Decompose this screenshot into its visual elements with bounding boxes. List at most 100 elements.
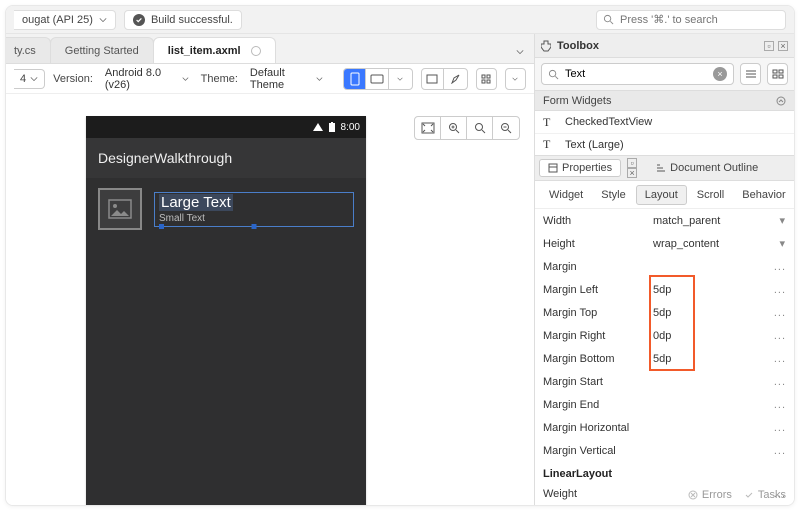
designer-toolbar: 4 Version: Android 8.0 (v26) Theme: Defa… <box>6 64 534 94</box>
grid-button[interactable] <box>476 68 497 90</box>
chevron-down-icon[interactable]: ▾ <box>779 214 786 227</box>
global-search[interactable] <box>596 10 786 30</box>
prop-height[interactable]: Heightwrap_content▾ <box>535 232 794 255</box>
subtab-style[interactable]: Style <box>593 186 633 204</box>
prop-margin-left[interactable]: Margin Left5dp... <box>535 278 794 301</box>
errors-button[interactable]: Errors <box>688 489 732 501</box>
toolbox-item-label: Text (Large) <box>565 139 624 151</box>
prop-margin-vertical[interactable]: Margin Vertical... <box>535 439 794 462</box>
prop-margin-end[interactable]: Margin End... <box>535 393 794 416</box>
more-icon[interactable]: ... <box>774 422 786 434</box>
subtab-scroll[interactable]: Scroll <box>689 186 733 204</box>
more-icon[interactable]: ... <box>774 261 786 273</box>
toolbox-search-input[interactable] <box>565 68 707 80</box>
more-icon[interactable]: ... <box>774 376 786 388</box>
pill-value: 4 <box>20 73 26 85</box>
tab-document-outline[interactable]: Document Outline <box>647 159 767 177</box>
search-icon <box>548 69 559 80</box>
list-item-preview[interactable]: Large Text Small Text <box>94 184 358 234</box>
theme-label: Theme: <box>201 73 238 85</box>
zoom-in-button[interactable] <box>441 117 467 139</box>
subtab-layout[interactable]: Layout <box>636 185 687 205</box>
more-icon[interactable]: ... <box>774 353 786 365</box>
edit-mode-button[interactable] <box>444 69 467 89</box>
toolbox-search[interactable]: × <box>541 63 734 85</box>
minimize-panel-button[interactable]: ▫ <box>764 41 774 51</box>
zoom-reset-button[interactable] <box>467 117 493 139</box>
more-icon[interactable]: ... <box>774 330 786 342</box>
prop-margin-start[interactable]: Margin Start... <box>535 370 794 393</box>
subtab-widget[interactable]: Widget <box>541 186 591 204</box>
portrait-button[interactable] <box>344 69 367 89</box>
overflow-button[interactable] <box>505 68 526 90</box>
tab-properties[interactable]: Properties <box>539 159 621 177</box>
more-icon[interactable]: ... <box>774 307 786 319</box>
prop-width[interactable]: Widthmatch_parent▾ <box>535 209 794 232</box>
tab-overflow-button[interactable] <box>510 41 530 63</box>
chevron-down-icon[interactable]: ▾ <box>779 237 786 250</box>
tasks-button[interactable]: Tasks <box>744 489 786 501</box>
more-icon[interactable]: ... <box>774 445 786 457</box>
more-icon[interactable]: ... <box>774 284 786 296</box>
close-icon[interactable] <box>251 46 261 56</box>
more-icon[interactable]: ... <box>774 399 786 411</box>
close-panel-button[interactable]: × <box>778 41 788 51</box>
collapse-icon <box>776 96 786 106</box>
editor-tabs: ty.cs Getting Started list_item.axml <box>6 34 534 64</box>
design-mode-button[interactable] <box>422 69 445 89</box>
toolbox-list-view[interactable] <box>740 63 761 85</box>
properties-subtabs: Widget Style Layout Scroll Behavior <box>535 181 794 209</box>
properties-tab-row: Properties ▫ × Document Outline <box>535 155 794 181</box>
clear-icon[interactable]: × <box>713 67 727 81</box>
right-sidebar: Toolbox ▫ × × Form Widgets T CheckedText… <box>534 34 794 505</box>
tab-label: list_item.axml <box>168 45 241 57</box>
toolbox-category[interactable]: Form Widgets <box>535 91 794 111</box>
chevron-down-icon <box>99 16 107 24</box>
minimize-panel-button[interactable]: ▫ <box>627 158 637 168</box>
toolbox-item-text-large[interactable]: T Text (Large) <box>535 133 794 155</box>
designer-leading-pill[interactable]: 4 <box>14 69 45 89</box>
prop-margin-right[interactable]: Margin Right0dp... <box>535 324 794 347</box>
clock-label: 8:00 <box>341 122 360 133</box>
panel-title: Toolbox <box>557 40 599 52</box>
small-text[interactable]: Small Text <box>159 213 349 224</box>
tab-file-cs[interactable]: ty.cs <box>6 37 51 63</box>
check-icon <box>133 14 145 26</box>
close-panel-button[interactable]: × <box>627 168 637 178</box>
subtab-behavior[interactable]: Behavior <box>734 186 793 204</box>
search-icon <box>603 14 614 25</box>
device-preview: 8:00 DesignerWalkthrough Large Text Smal… <box>86 116 366 506</box>
prop-margin[interactable]: Margin... <box>535 255 794 278</box>
category-label: Form Widgets <box>543 95 611 107</box>
toolbox-item-checkedtextview[interactable]: T CheckedTextView <box>535 111 794 133</box>
toolbox-icon <box>541 40 551 52</box>
build-status-label: Build successful. <box>151 14 233 26</box>
tab-getting-started[interactable]: Getting Started <box>50 37 154 63</box>
large-text[interactable]: Large Text <box>159 194 233 211</box>
bottom-status-bar: Errors Tasks <box>688 489 786 501</box>
image-placeholder[interactable] <box>98 188 142 230</box>
app-title-bar: DesignerWalkthrough <box>86 138 366 178</box>
version-dropdown[interactable]: Android 8.0 (v26) <box>101 65 193 93</box>
tab-list-item[interactable]: list_item.axml <box>153 37 276 63</box>
global-search-input[interactable] <box>620 14 779 26</box>
build-status-pill[interactable]: Build successful. <box>124 10 242 30</box>
zoom-out-button[interactable] <box>493 117 519 139</box>
theme-dropdown[interactable]: Default Theme <box>246 65 327 93</box>
editor-area: ty.cs Getting Started list_item.axml 4 V… <box>6 34 534 505</box>
design-canvas[interactable]: 8:00 DesignerWalkthrough Large Text Smal… <box>6 94 534 505</box>
toolbox-grid-view[interactable] <box>767 63 788 85</box>
prop-margin-top[interactable]: Margin Top5dp... <box>535 301 794 324</box>
top-bar: ougat (API 25) Build successful. <box>6 6 794 34</box>
prop-margin-bottom[interactable]: Margin Bottom5dp... <box>535 347 794 370</box>
text-container-selected[interactable]: Large Text Small Text <box>154 192 354 227</box>
orientation-group <box>343 68 413 90</box>
fit-screen-button[interactable] <box>415 117 441 139</box>
orientation-more[interactable] <box>389 69 412 89</box>
landscape-button[interactable] <box>366 69 389 89</box>
prop-section-linearlayout: LinearLayout <box>535 462 794 482</box>
prop-margin-horizontal[interactable]: Margin Horizontal... <box>535 416 794 439</box>
tab-label: Document Outline <box>670 162 758 174</box>
device-pill[interactable]: ougat (API 25) <box>14 10 116 30</box>
wifi-icon <box>313 123 323 131</box>
